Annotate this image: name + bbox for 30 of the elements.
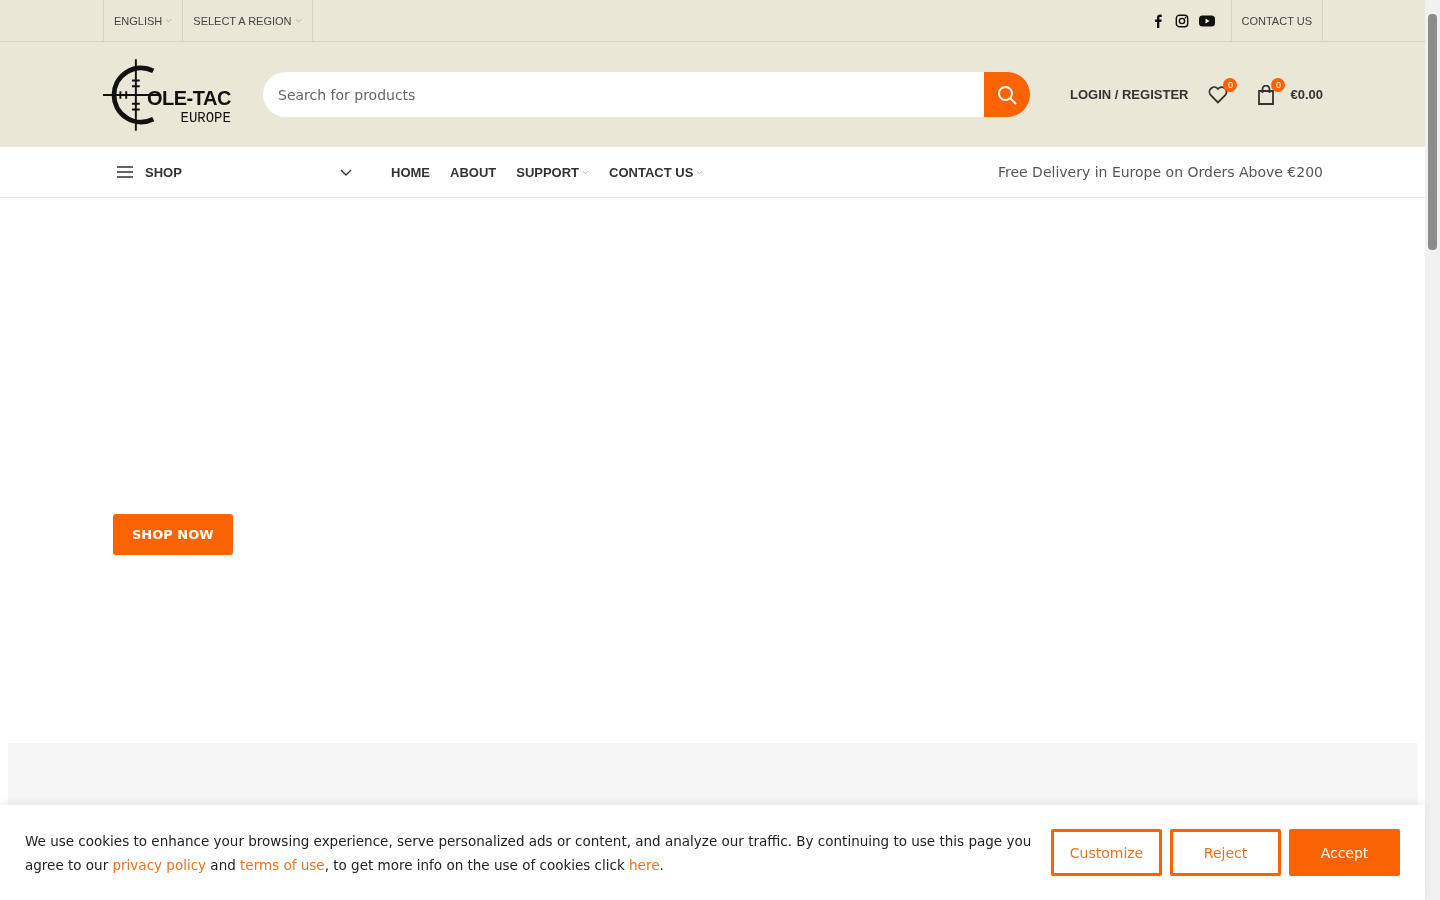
- nav-link[interactable]: ABOUT: [450, 164, 497, 180]
- search-field[interactable]: Search for products: [263, 72, 984, 117]
- nav-link[interactable]: SUPPORT: [516, 164, 590, 180]
- login-link[interactable]: LOGIN / REGISTER: [1070, 87, 1189, 102]
- caret-icon: [294, 18, 302, 23]
- logo[interactable]: OLE-TAC EUROPE: [103, 58, 233, 131]
- region-selector[interactable]: SELECT A REGION: [182, 0, 313, 41]
- nav-link[interactable]: CONTACT US: [609, 164, 704, 180]
- contact-link[interactable]: CONTACT US: [1230, 0, 1323, 41]
- delivery-notice: Free Delivery in Europe on Orders Above €200: [997, 164, 1323, 180]
- youtube-icon[interactable]: [1198, 13, 1215, 28]
- menu-icon: [117, 166, 133, 178]
- shop-menu-button[interactable]: SHOP: [103, 164, 348, 180]
- instagram-icon[interactable]: [1174, 13, 1189, 28]
- search-button[interactable]: [984, 72, 1030, 117]
- shop-label: SHOP: [145, 164, 182, 180]
- caret-icon: [165, 18, 173, 23]
- heart-icon[interactable]: [1208, 84, 1229, 105]
- language-selector[interactable]: ENGLISH: [103, 0, 183, 41]
- caret-icon: [582, 169, 590, 175]
- scrollbar[interactable]: [1425, 0, 1440, 900]
- cookie-message: We use cookies to enhance your browsing experience, serve personalized ads or content, and analyze our traffic. By continuing to use this page you agree to our privacy policy and terms of use, to get more info on the use of cookies click here.: [25, 831, 1033, 875]
- cart-count: 0: [1271, 77, 1286, 92]
- search-icon: [997, 84, 1017, 105]
- cart-total[interactable]: €0.00: [1290, 87, 1323, 102]
- caret-icon: [696, 169, 704, 175]
- nav-link[interactable]: HOME: [391, 164, 430, 180]
- wishlist-count: 0: [1223, 77, 1238, 92]
- shopping-bag-icon[interactable]: [1256, 84, 1277, 105]
- chevron-down-icon: [340, 168, 352, 176]
